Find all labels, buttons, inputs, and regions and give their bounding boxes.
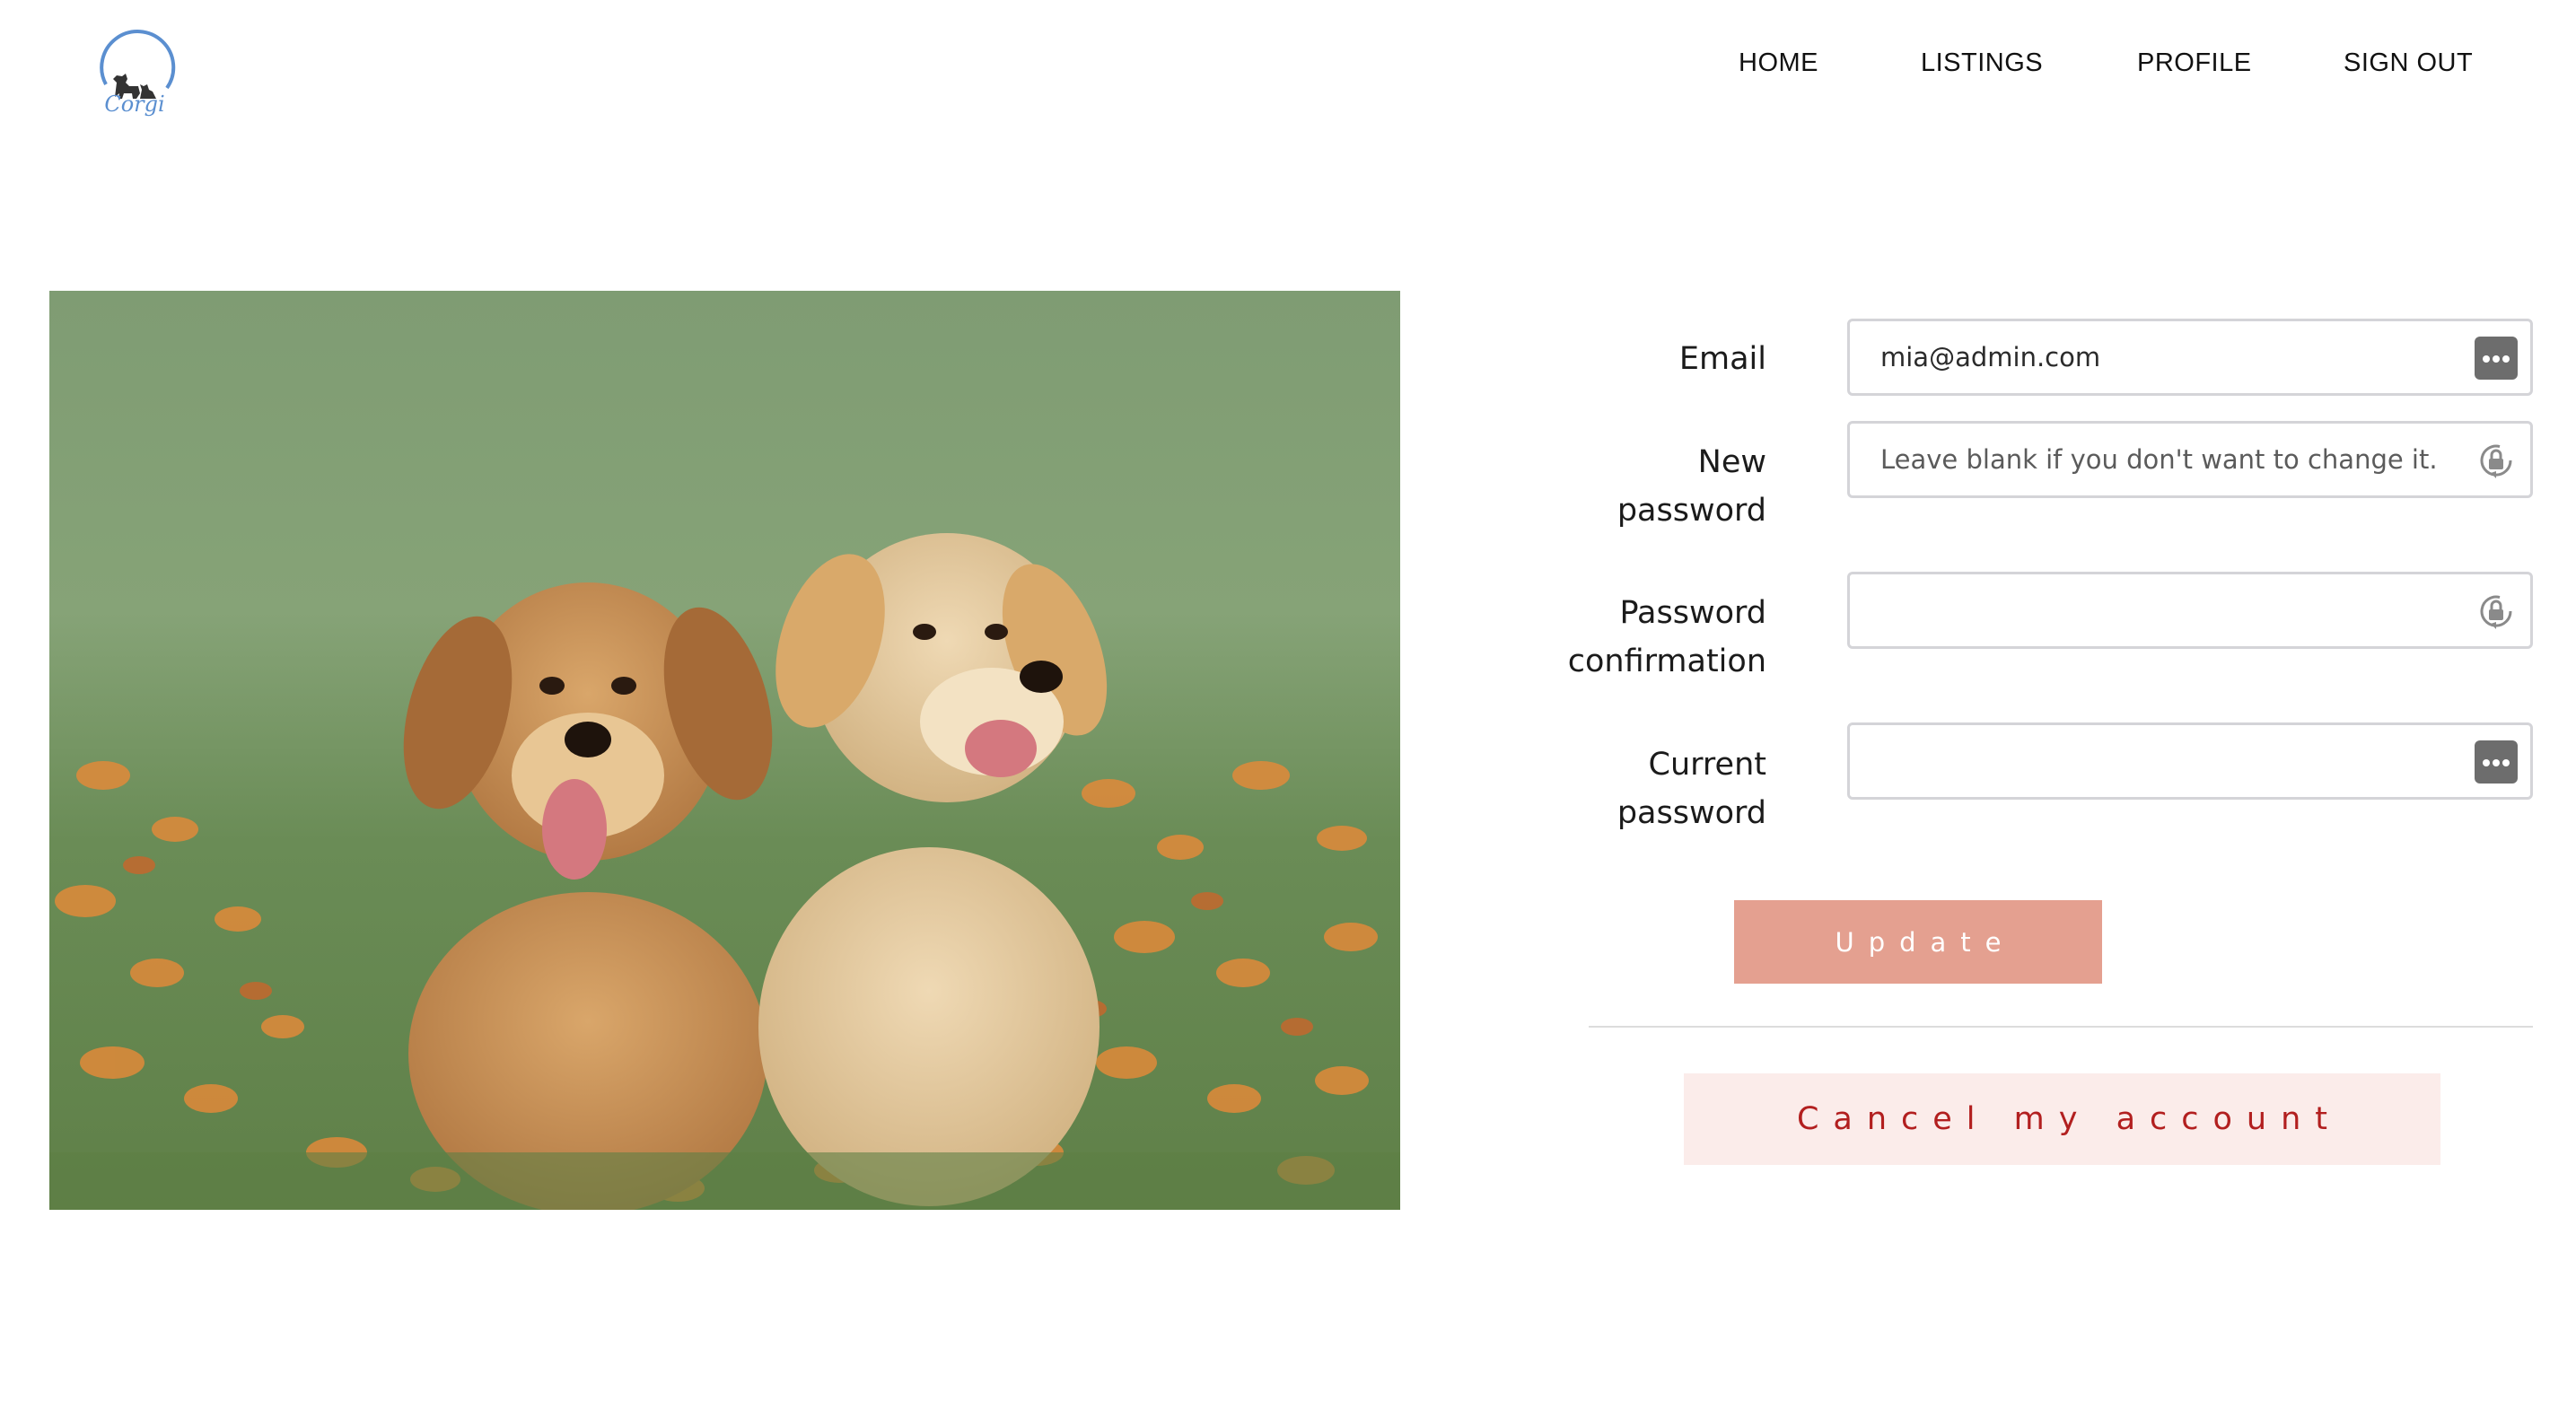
logo-text: Corgi <box>104 92 165 117</box>
edit-account-page: Corgi HOME LISTINGS PROFILE SIGN OUT Ema… <box>0 0 2576 1427</box>
cancel-account-button[interactable]: Cancel my account <box>1684 1073 2440 1165</box>
nav-home[interactable]: HOME <box>1739 48 1818 78</box>
password-confirmation-field[interactable] <box>1850 574 2530 646</box>
password-manager-icon[interactable] <box>2475 740 2518 784</box>
email-label: Email <box>1678 341 1766 377</box>
nav-profile[interactable]: PROFILE <box>2137 48 2252 78</box>
current-password-label: Current password <box>1617 747 1766 831</box>
divider <box>1589 1026 2533 1028</box>
current-password-field[interactable] <box>1850 725 2530 797</box>
update-button[interactable]: Update <box>1734 900 2102 984</box>
nav-listings[interactable]: LISTINGS <box>1921 48 2043 78</box>
new-password-field[interactable] <box>1850 424 2530 495</box>
password-lock-icon[interactable] <box>2475 439 2518 482</box>
password-manager-icon[interactable] <box>2475 337 2518 380</box>
email-field[interactable] <box>1850 321 2530 393</box>
password-confirmation-field-wrapper <box>1847 572 2533 649</box>
corgi-logo[interactable]: Corgi <box>90 27 180 131</box>
password-confirmation-label: Password confirmation <box>1567 595 1766 679</box>
puppies-photo <box>49 291 1400 1210</box>
new-password-field-wrapper <box>1847 421 2533 498</box>
new-password-label: New password <box>1617 444 1766 529</box>
current-password-field-wrapper <box>1847 722 2533 800</box>
nav-sign-out[interactable]: SIGN OUT <box>2344 48 2473 78</box>
email-field-wrapper <box>1847 319 2533 396</box>
password-lock-icon[interactable] <box>2475 590 2518 633</box>
